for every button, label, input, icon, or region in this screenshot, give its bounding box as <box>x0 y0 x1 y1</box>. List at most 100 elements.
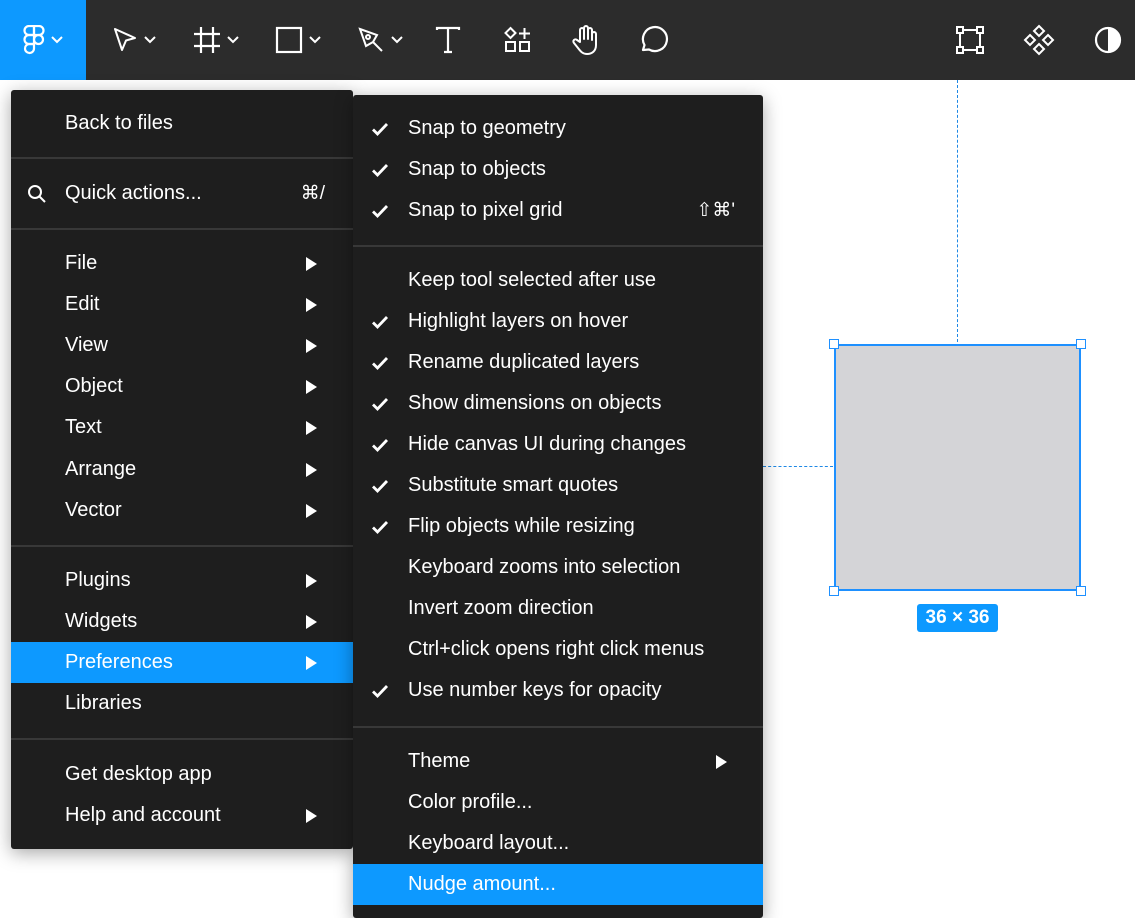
menu-item-libraries[interactable]: Libraries <box>11 683 353 724</box>
frame-tool-button[interactable] <box>188 0 244 80</box>
menu-item-view[interactable]: View <box>11 325 353 366</box>
menu-item-get-desktop-app[interactable]: Get desktop app <box>11 754 353 795</box>
component-icon <box>1023 24 1055 56</box>
menu-item-label: Preferences <box>65 651 173 673</box>
menu-item-label: Theme <box>408 750 471 772</box>
horizontal-guide-line <box>763 466 833 467</box>
submenu-arrow-icon <box>306 573 317 588</box>
menu-item-arrange[interactable]: Arrange <box>11 449 353 490</box>
menu-item-back-to-files[interactable]: Back to files <box>11 103 353 144</box>
contrast-button[interactable] <box>1088 0 1128 80</box>
submenu-item-hide-canvas-ui[interactable]: Hide canvas UI during changes <box>353 424 763 465</box>
submenu-item-invert-zoom[interactable]: Invert zoom direction <box>353 588 763 629</box>
text-tool-icon <box>435 26 461 54</box>
menu-item-edit[interactable]: Edit <box>11 284 353 325</box>
menu-item-label: Snap to pixel grid <box>408 199 563 221</box>
menu-item-preferences[interactable]: Preferences <box>11 642 353 683</box>
submenu-arrow-icon <box>306 297 317 312</box>
submenu-arrow-icon <box>306 614 317 629</box>
checkmark-icon <box>372 122 389 136</box>
menu-item-label: Text <box>65 416 102 438</box>
menu-item-plugins[interactable]: Plugins <box>11 560 353 601</box>
submenu-arrow-icon <box>306 462 317 477</box>
resize-handle-top-right[interactable] <box>1076 339 1086 349</box>
checkmark-icon <box>372 684 389 698</box>
chevron-down-icon <box>51 36 63 44</box>
menu-item-label: Object <box>65 375 123 397</box>
menu-item-label: Highlight layers on hover <box>408 310 629 332</box>
search-icon <box>28 184 46 203</box>
component-button[interactable] <box>1019 0 1059 80</box>
menu-divider <box>353 245 763 247</box>
menu-item-label: Libraries <box>65 692 142 714</box>
submenu-item-ctrl-click-menus[interactable]: Ctrl+click opens right click menus <box>353 629 763 670</box>
submenu-item-flip-objects[interactable]: Flip objects while resizing <box>353 506 763 547</box>
resize-handle-bottom-left[interactable] <box>829 586 839 596</box>
dimension-badge: 36 × 36 <box>917 604 998 632</box>
comment-tool-icon <box>641 25 669 53</box>
selected-frame[interactable] <box>834 344 1081 591</box>
menu-item-label: Edit <box>65 293 100 315</box>
menu-item-object[interactable]: Object <box>11 366 353 407</box>
pen-tool-button[interactable] <box>352 0 408 80</box>
submenu-item-highlight-layers-on-hover[interactable]: Highlight layers on hover <box>353 301 763 342</box>
menu-item-help-and-account[interactable]: Help and account <box>11 795 353 836</box>
resources-button[interactable] <box>500 0 536 80</box>
menu-item-label: Arrange <box>65 458 137 480</box>
comment-tool-button[interactable] <box>634 0 674 80</box>
submenu-item-rename-duplicated-layers[interactable]: Rename duplicated layers <box>353 342 763 383</box>
menu-item-label: Rename duplicated layers <box>408 351 640 373</box>
submenu-item-keyboard-layout[interactable]: Keyboard layout... <box>353 823 763 864</box>
menu-item-label: Quick actions... <box>65 182 202 204</box>
hand-tool-icon <box>572 25 597 55</box>
menu-divider <box>353 726 763 728</box>
move-tool-button[interactable] <box>106 0 162 80</box>
edit-object-button[interactable] <box>950 0 990 80</box>
menu-divider <box>11 228 353 230</box>
text-tool-button[interactable] <box>430 0 466 80</box>
chevron-down-icon <box>144 36 156 44</box>
menu-item-label: Invert zoom direction <box>408 597 594 619</box>
menu-item-label: Keep tool selected after use <box>408 269 656 291</box>
submenu-item-number-keys-opacity[interactable]: Use number keys for opacity <box>353 670 763 711</box>
submenu-arrow-icon <box>306 379 317 394</box>
submenu-item-substitute-smart-quotes[interactable]: Substitute smart quotes <box>353 465 763 506</box>
menu-item-vector[interactable]: Vector <box>11 490 353 531</box>
menu-item-label: Snap to geometry <box>408 117 566 139</box>
submenu-item-keep-tool-selected[interactable]: Keep tool selected after use <box>353 260 763 301</box>
menu-item-label: Help and account <box>65 804 221 826</box>
checkmark-icon <box>372 204 389 218</box>
menu-item-widgets[interactable]: Widgets <box>11 601 353 642</box>
submenu-arrow-icon <box>306 655 317 670</box>
resize-handle-top-left[interactable] <box>829 339 839 349</box>
checkmark-icon <box>372 397 389 411</box>
toolbar <box>0 0 1135 80</box>
submenu-item-snap-to-objects[interactable]: Snap to objects <box>353 149 763 190</box>
chevron-down-icon <box>309 36 321 44</box>
resources-icon <box>504 26 530 52</box>
checkmark-icon <box>372 479 389 493</box>
submenu-item-theme[interactable]: Theme <box>353 741 763 782</box>
submenu-item-show-dimensions[interactable]: Show dimensions on objects <box>353 383 763 424</box>
hand-tool-button[interactable] <box>566 0 606 80</box>
menu-item-label: Back to files <box>65 112 173 134</box>
submenu-item-snap-to-pixel-grid[interactable]: Snap to pixel grid ⇧⌘' <box>353 190 763 231</box>
menu-item-quick-actions[interactable]: Quick actions... ⌘/ <box>11 173 353 214</box>
menu-item-label: File <box>65 252 98 274</box>
resize-handle-bottom-right[interactable] <box>1076 586 1086 596</box>
preferences-submenu: Snap to geometry Snap to objects Snap to p… <box>353 95 763 918</box>
menu-item-file[interactable]: File <box>11 243 353 284</box>
submenu-item-snap-to-geometry[interactable]: Snap to geometry <box>353 108 763 149</box>
menu-item-text[interactable]: Text <box>11 407 353 448</box>
submenu-arrow-icon <box>306 256 317 271</box>
checkmark-icon <box>372 163 389 177</box>
checkmark-icon <box>372 520 389 534</box>
main-menu-button[interactable] <box>0 0 86 80</box>
vertical-guide-line <box>957 80 958 342</box>
submenu-item-nudge-amount[interactable]: Nudge amount... <box>353 864 763 905</box>
menu-item-label: Get desktop app <box>65 763 212 785</box>
shape-tool-button[interactable] <box>270 0 326 80</box>
menu-item-label: Vector <box>65 499 122 521</box>
submenu-item-keyboard-zooms[interactable]: Keyboard zooms into selection <box>353 547 763 588</box>
submenu-item-color-profile[interactable]: Color profile... <box>353 782 763 823</box>
